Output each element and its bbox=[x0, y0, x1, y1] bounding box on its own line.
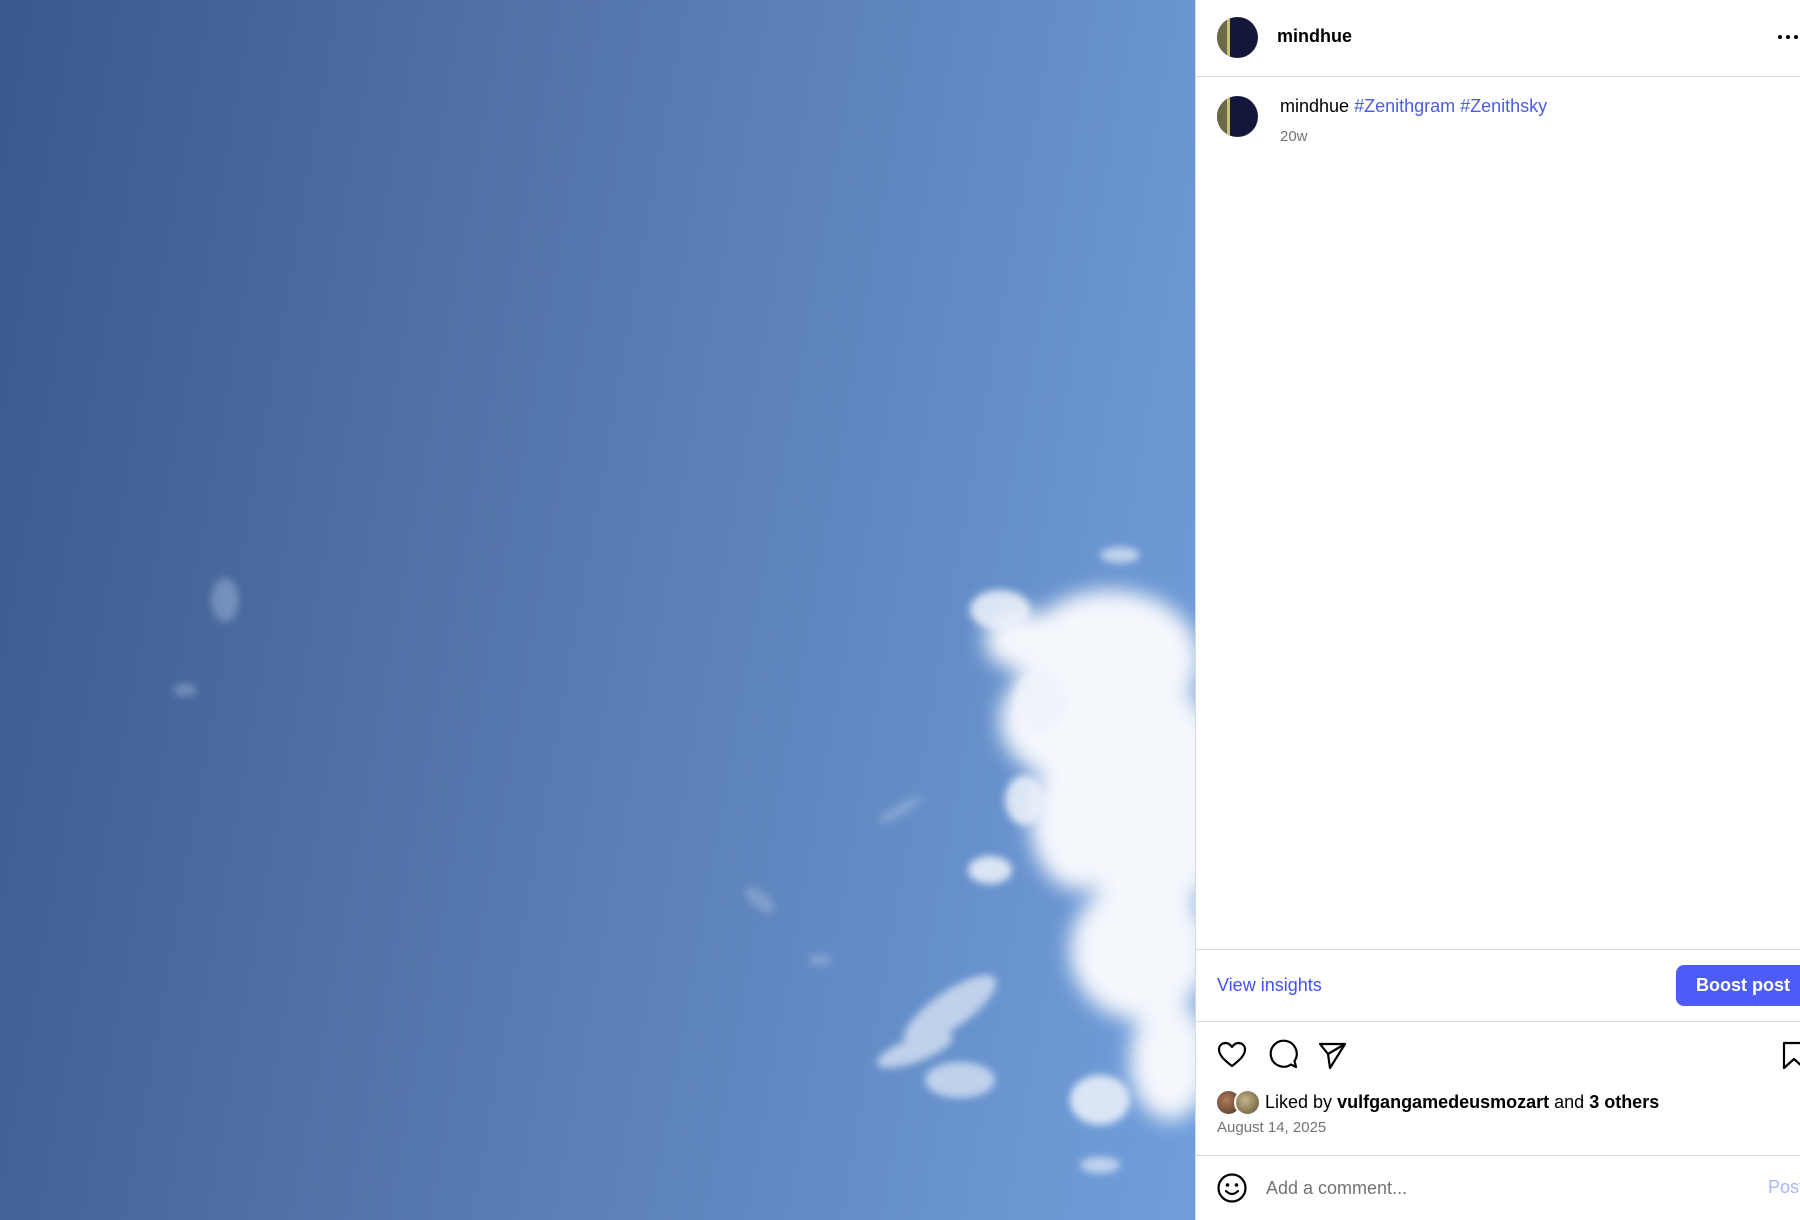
post-time-ago[interactable]: 20w bbox=[1280, 128, 1308, 145]
liked-by-joiner: and bbox=[1554, 1092, 1585, 1112]
view-insights-link[interactable]: View insights bbox=[1217, 975, 1322, 996]
sky-clouds-image bbox=[173, 547, 1195, 1173]
boost-post-button[interactable]: Boost post bbox=[1676, 965, 1800, 1006]
author-username[interactable]: mindhue bbox=[1277, 26, 1352, 47]
liker-avatar[interactable] bbox=[1234, 1089, 1261, 1116]
post-date[interactable]: August 14, 2025 bbox=[1217, 1119, 1326, 1136]
liked-by-prefix: Liked by bbox=[1265, 1092, 1333, 1112]
hashtag-link[interactable]: #Zenithgram bbox=[1354, 96, 1455, 116]
comment-input[interactable] bbox=[1266, 1173, 1746, 1203]
caption-avatar[interactable] bbox=[1217, 96, 1258, 137]
hashtag-link[interactable]: #Zenithsky bbox=[1460, 96, 1547, 116]
heart-icon[interactable] bbox=[1216, 1039, 1248, 1071]
actions-divider bbox=[1196, 1021, 1800, 1022]
comment-divider bbox=[1196, 1155, 1800, 1156]
send-icon[interactable] bbox=[1316, 1039, 1348, 1071]
post-comment-button[interactable]: Post bbox=[1768, 1177, 1800, 1198]
avatar-stripe bbox=[1217, 17, 1227, 58]
avatar-stripe bbox=[1217, 96, 1227, 137]
post-photo[interactable] bbox=[0, 0, 1195, 1220]
avatar-stripe bbox=[1227, 17, 1230, 58]
post-details-panel: mindhue mindhue #Zenithgram #Zenithsky 2… bbox=[1195, 0, 1800, 1220]
bookmark-icon[interactable] bbox=[1778, 1039, 1800, 1071]
insights-divider bbox=[1196, 949, 1800, 950]
author-avatar[interactable] bbox=[1217, 17, 1258, 58]
avatar-stripe bbox=[1227, 96, 1230, 137]
likes-others-link[interactable]: 3 others bbox=[1589, 1092, 1659, 1112]
liked-by-text: Liked by vulfgangamedeusmozart and 3 oth… bbox=[1265, 1092, 1659, 1113]
more-options-icon[interactable] bbox=[1776, 24, 1800, 48]
comment-icon[interactable] bbox=[1267, 1039, 1299, 1071]
liker-username[interactable]: vulfgangamedeusmozart bbox=[1337, 1092, 1549, 1112]
caption-username[interactable]: mindhue bbox=[1280, 96, 1349, 116]
header-divider bbox=[1196, 76, 1800, 77]
emoji-icon[interactable] bbox=[1216, 1172, 1248, 1204]
post-caption: mindhue #Zenithgram #Zenithsky bbox=[1280, 96, 1547, 117]
